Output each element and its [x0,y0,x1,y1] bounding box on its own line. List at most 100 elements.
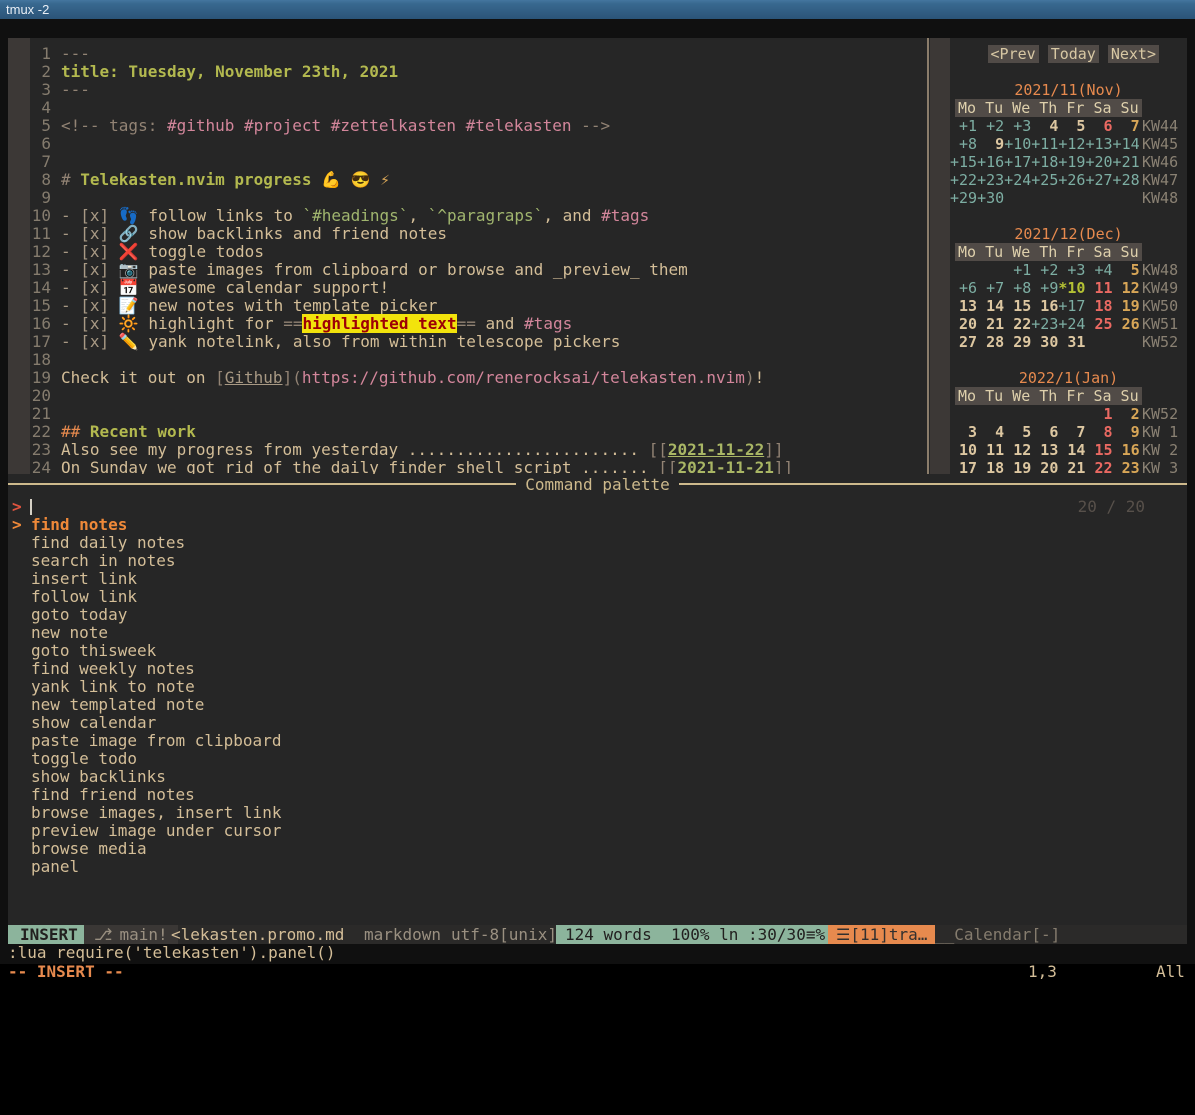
editor-line[interactable]: 12- [x] ❌ toggle todos [30,243,793,261]
palette-item[interactable]: find daily notes [8,534,1187,552]
calendar-week-row[interactable]: 10 11 12 13 14 15 16KW 2 [950,441,1187,459]
border-line-right [679,483,1187,485]
palette-item[interactable]: find friend notes [8,786,1187,804]
editor-line[interactable]: 23Also see my progress from yesterday ..… [30,441,793,459]
palette-item[interactable]: goto today [8,606,1187,624]
text-segment: - [x] [61,314,119,333]
encoding: utf-8[unix] [451,925,557,944]
prev-button[interactable]: <Prev [988,45,1039,63]
text-segment: - [x] [61,278,119,297]
week-days: +8 9+10+11+12+13+14 [950,135,1142,153]
text-segment: 16 [1113,441,1140,459]
calendar-month: 2022/1(Jan)Mo Tu We Th Fr Sa Su 1 2KW52 … [950,369,1187,474]
command-palette: Command palette > 20 / 20 > find notes f… [8,474,1187,925]
editor-line[interactable]: 24On Sunday we got rid of the daily find… [30,459,793,474]
calendar-week-row[interactable]: +29+30KW48 [950,189,1187,207]
text-segment: +6 +7 +8 +9 [950,279,1058,297]
calendar-scrollbar[interactable] [930,38,950,474]
editor-scrollbar[interactable] [8,38,30,474]
text-segment: 18 [1085,297,1112,315]
text-segment: +8 [950,135,977,153]
editor-line[interactable]: 20 [30,387,793,405]
border-line-left [8,483,516,485]
palette-item[interactable]: new templated note [8,696,1187,714]
editor-line[interactable]: 15- [x] 📝 new notes with template picker [30,297,793,315]
statusline: INSERT ⎇main! <lekasten.promo.md markdow… [8,925,1187,944]
editor-line[interactable]: 6 [30,135,793,153]
palette-item[interactable]: insert link [8,570,1187,588]
palette-item[interactable]: toggle todo [8,750,1187,768]
palette-item[interactable]: follow link [8,588,1187,606]
editor-line[interactable]: 22## Recent work [30,423,793,441]
editor-line[interactable]: 10- [x] 👣 follow links to `#headings`, `… [30,207,793,225]
calendar-week-row[interactable]: 27 28 29 30 31KW52 [950,333,1187,351]
editor-line[interactable]: 13- [x] 📷 paste images from clipboard or… [30,261,793,279]
calendar-week-row[interactable]: +1 +2 +3 4 5 6 7KW44 [950,117,1187,135]
palette-item[interactable]: panel [8,858,1187,876]
editor-line[interactable]: 16- [x] 🔆 highlight for ==highlighted te… [30,315,793,333]
editor-line[interactable]: 1--- [30,45,793,63]
window-list[interactable]: __Calendar[-] [935,925,1060,944]
editor-line[interactable]: 2title: Tuesday, November 23th, 2021 [30,63,793,81]
editor-line[interactable]: 8# Telekasten.nvim progress 💪 😎 ⚡ [30,171,793,189]
memo-icon: 📝 [119,296,139,315]
today-button[interactable]: Today [1048,45,1099,63]
palette-item[interactable]: paste image from clipboard [8,732,1187,750]
text-segment: toggle todos [139,242,264,261]
line-number: 8 [30,171,61,189]
palette-item[interactable]: browse media [8,840,1187,858]
palette-prompt[interactable]: > 20 / 20 [8,498,1187,516]
calendar-week-row[interactable]: 13 14 15 16+17 18 19KW50 [950,297,1187,315]
palette-item[interactable]: search in notes [8,552,1187,570]
editor-line[interactable]: 7 [30,153,793,171]
palette-item[interactable]: show backlinks [8,768,1187,786]
editor-line[interactable]: 14- [x] 📅 awesome calendar support! [30,279,793,297]
editor-line[interactable]: 17- [x] ✏️ yank notelink, also from with… [30,333,793,351]
calendar-week-row[interactable]: +15+16+17+18+19+20+21KW46 [950,153,1187,171]
command-line[interactable]: :lua require('telekasten').panel() [8,944,336,962]
calendar-week-row[interactable]: +22+23+24+25+26+27+28KW47 [950,171,1187,189]
palette-item[interactable]: show calendar [8,714,1187,732]
text-segment: yank notelink, also from within telescop… [139,332,621,351]
calendar-week-row[interactable]: 3 4 5 6 7 8 9KW 1 [950,423,1187,441]
text-segment: ]] [774,458,793,474]
text-segment: 17 18 19 20 21 [950,459,1085,474]
calendar-week-row[interactable]: 20 21 22+23+24 25 26KW51 [950,315,1187,333]
calendar-week-row[interactable]: 1 2KW52 [950,405,1187,423]
palette-item[interactable]: new note [8,624,1187,642]
tab-indicator[interactable]: ☰[11]tra… [828,925,935,944]
palette-item[interactable]: goto thisweek [8,642,1187,660]
editor-line[interactable]: 11- [x] 🔗 show backlinks and friend note… [30,225,793,243]
insert-mode-indicator: -- INSERT -- [8,962,124,981]
editor-line[interactable]: 18 [30,351,793,369]
text-segment: ! [755,368,765,387]
line-number: 7 [30,153,61,171]
calendar-week-row[interactable]: +8 9+10+11+12+13+14KW45 [950,135,1187,153]
editor-line[interactable]: 21 [30,405,793,423]
editor-buffer[interactable]: 1---2title: Tuesday, November 23th, 2021… [30,45,793,474]
text-segment: 4 5 [1031,117,1085,135]
editor-line[interactable]: 5<!-- tags: #github #project #zettelkast… [30,117,793,135]
next-button[interactable]: Next> [1108,45,1159,63]
text-segment: highlight for [139,314,284,333]
text-segment: <!-- tags: [61,116,167,135]
editor-line[interactable]: 4 [30,99,793,117]
calendar-week-row[interactable]: +6 +7 +8 +9*10 11 12KW49 [950,279,1187,297]
palette-item[interactable]: preview image under cursor [8,822,1187,840]
line-number: 18 [30,351,61,369]
palette-item[interactable]: yank link to note [8,678,1187,696]
line-number: 20 [30,387,61,405]
editor-line[interactable]: 3--- [30,81,793,99]
window-separator[interactable] [927,38,929,474]
kw-label: KW49 [1142,279,1178,297]
prompt-arrow-icon: > [12,498,22,516]
palette-item[interactable]: find weekly notes [8,660,1187,678]
palette-selected-item[interactable]: > find notes [8,516,1187,534]
calendar-week-row[interactable]: +1 +2 +3 +4 5KW48 [950,261,1187,279]
editor-line[interactable]: 9 [30,189,793,207]
calendar-week-row[interactable]: 17 18 19 20 21 22 23KW 3 [950,459,1187,474]
line-number: 9 [30,189,61,207]
week-days: +6 +7 +8 +9*10 11 12 [950,279,1142,297]
editor-line[interactable]: 19Check it out on [Github](https://githu… [30,369,793,387]
palette-item[interactable]: browse images, insert link [8,804,1187,822]
